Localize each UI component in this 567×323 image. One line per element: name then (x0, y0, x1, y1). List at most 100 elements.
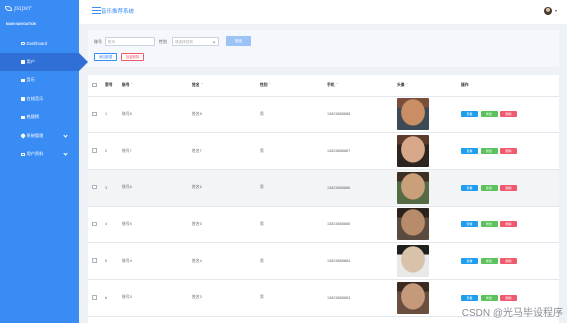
add-button[interactable]: 添加数据 (94, 53, 117, 61)
cell-phone: 13823888887 (327, 132, 397, 170)
cell-account: 账号7 (122, 132, 192, 170)
header-name[interactable]: 姓名 (192, 75, 260, 97)
menu-toggle-icon[interactable] (92, 7, 101, 14)
account-input[interactable]: 账号 (105, 36, 155, 46)
header-photo[interactable]: 头像 (397, 75, 461, 97)
view-button[interactable]: 查看 (461, 111, 478, 118)
user-table: 索号 账号 姓名 性别 手机 头像 操作 1 账号8 姓名8 男 13823888888… (88, 75, 559, 323)
sidebar-item-3[interactable]: 在线音乐 (0, 90, 79, 109)
caret-down-icon[interactable] (555, 10, 557, 12)
gender-label: 性别 (159, 39, 167, 44)
delete-button[interactable]: 删除 (500, 111, 517, 118)
sidebar-nav: Dashboard 用户 音乐在线音乐热搜榜系统管理用户资料 (0, 34, 88, 164)
sidebar: paper MAIN NAVIGATION Dashboard 用户 音乐 在线音乐热… (0, 0, 88, 323)
row-checkbox[interactable] (92, 295, 97, 300)
batch-delete-button[interactable]: 批量删除 (121, 53, 144, 61)
chevron-down-icon (212, 40, 216, 43)
edit-button[interactable]: 修改 (480, 111, 498, 118)
sidebar-item-label: 用户资料 (26, 151, 44, 157)
row-actions: 查看 修改 删除 (461, 184, 559, 191)
cell-name: 姓名3 (192, 279, 260, 317)
view-button[interactable]: 查看 (461, 258, 478, 265)
cell-gender: 男 (260, 206, 327, 244)
edit-button[interactable]: 修改 (480, 258, 498, 265)
sidebar-item-2[interactable]: 音乐 (0, 71, 79, 90)
leaf-icon (5, 5, 12, 11)
cell-account: 账号6 (122, 169, 192, 207)
select-all-cell (88, 75, 105, 97)
grid-icon (21, 97, 25, 101)
table-header-row: 索号 账号 姓名 性别 手机 头像 操作 (88, 75, 559, 97)
delete-button[interactable]: 删除 (500, 221, 517, 228)
table-row: 4 账号5 姓名5 男 13823888885 查看 修改 删除 (88, 206, 559, 244)
cell-index: 6 (105, 279, 122, 317)
search-button[interactable]: 搜索 (226, 36, 251, 46)
edit-button[interactable]: 修改 (480, 294, 498, 301)
row-actions: 查看 修改 删除 (461, 258, 559, 265)
cell-account: 账号4 (122, 242, 192, 280)
edit-button[interactable]: 修改 (480, 221, 498, 228)
delete-button[interactable]: 删除 (500, 148, 517, 155)
delete-button[interactable]: 删除 (500, 258, 517, 265)
header-gender[interactable]: 性别 (260, 75, 327, 97)
user-photo (397, 281, 429, 314)
view-button[interactable]: 查看 (461, 148, 478, 155)
sidebar-item-4[interactable]: 热搜榜 (0, 108, 79, 127)
select-all-checkbox[interactable] (92, 82, 97, 87)
header-index-label: 索号 (105, 82, 113, 87)
header-phone[interactable]: 手机 (327, 75, 397, 97)
delete-button[interactable]: 删除 (500, 184, 517, 191)
edit-button[interactable]: 修改 (480, 148, 498, 155)
sidebar-item-label: 在线音乐 (26, 95, 44, 101)
cell-index: 4 (105, 206, 122, 244)
view-button[interactable]: 查看 (461, 221, 478, 228)
row-select-cell (88, 132, 105, 170)
user-photo (397, 245, 429, 278)
edit-button[interactable]: 修改 (480, 184, 498, 191)
cell-gender: 男 (260, 279, 327, 317)
user-photo (397, 98, 429, 131)
delete-button[interactable]: 删除 (500, 294, 517, 301)
cell-gender: 男 (260, 96, 327, 134)
grid-icon (21, 60, 25, 64)
circle-icon (21, 41, 25, 45)
cell-actions: 查看 修改 删除 (461, 242, 559, 280)
sort-icon (335, 83, 338, 86)
gender-select-placeholder: 请选择性别 (175, 39, 193, 44)
cell-actions: 查看 修改 删除 (461, 169, 559, 207)
sidebar-item-1[interactable]: 用户 (0, 52, 88, 71)
cell-phone: 13823888886 (327, 169, 397, 207)
row-checkbox[interactable] (92, 221, 97, 227)
view-button[interactable]: 查看 (461, 184, 478, 191)
table-row: 1 账号8 姓名8 男 13823888888 查看 修改 删除 (88, 96, 559, 134)
location-pin-icon (20, 133, 26, 139)
row-checkbox[interactable] (92, 258, 97, 263)
sidebar-item-label: Dashboard (26, 40, 48, 46)
row-checkbox[interactable] (92, 111, 97, 117)
page-title: 音乐推荐系统 (101, 9, 135, 15)
user-avatar[interactable] (544, 7, 552, 15)
sidebar-item-label: 系统管理 (26, 132, 44, 138)
cell-account: 账号8 (122, 96, 192, 134)
row-checkbox[interactable] (92, 184, 97, 190)
row-actions: 查看 修改 删除 (461, 294, 559, 301)
sort-icon (268, 83, 271, 86)
sidebar-item-0[interactable]: Dashboard (0, 34, 79, 53)
header-phone-label: 手机 (327, 82, 335, 87)
view-button[interactable]: 查看 (461, 294, 478, 301)
row-checkbox[interactable] (92, 148, 97, 153)
table-body: 1 账号8 姓名8 男 13823888888 查看 修改 删除 2 账号7 姓名7 男 1382388… (88, 96, 559, 317)
cell-photo (397, 132, 461, 170)
cell-gender: 男 (260, 169, 327, 207)
gender-select[interactable]: 请选择性别 (172, 36, 219, 46)
cell-actions: 查看 修改 删除 (461, 206, 559, 244)
sidebar-item-5[interactable]: 系统管理 (0, 127, 79, 146)
sidebar-item-6[interactable]: 用户资料 (0, 145, 79, 164)
row-select-cell (88, 206, 105, 244)
brand-logo: paper (5, 3, 32, 13)
row-actions: 查看 修改 删除 (461, 111, 559, 118)
cell-name: 姓名4 (192, 242, 260, 280)
header-account[interactable]: 账号 (122, 75, 192, 97)
brand-logo-text: paper (14, 4, 32, 12)
cell-photo (397, 169, 461, 207)
